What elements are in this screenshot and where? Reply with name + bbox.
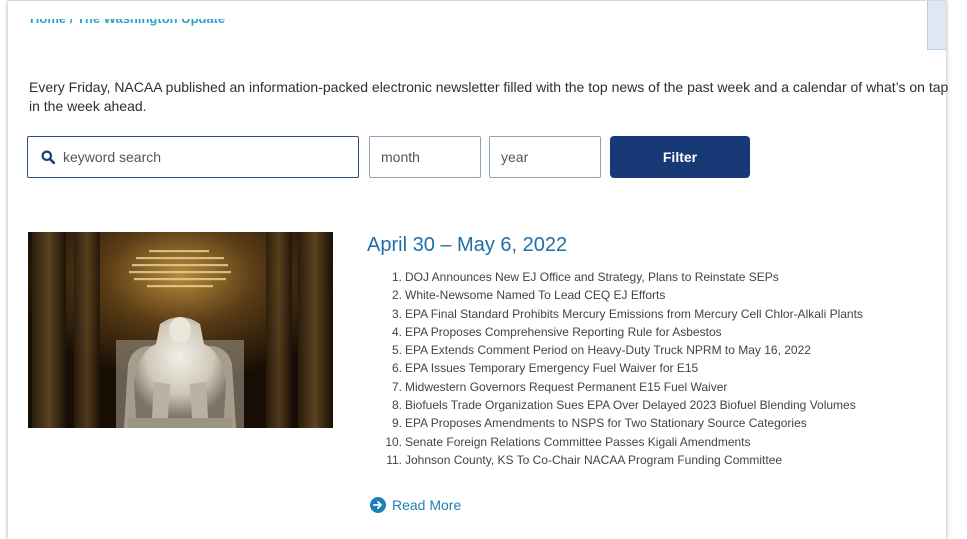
list-item: 11. Johnson County, KS To Co-Chair NACAA … bbox=[367, 451, 863, 469]
headline-text: EPA Final Standard Prohibits Mercury Emi… bbox=[405, 306, 863, 321]
list-item: 2. White-Newsome Named To Lead CEQ EJ Eff… bbox=[367, 286, 863, 304]
headline-number: 4. bbox=[391, 324, 402, 339]
headline-text: Senate Foreign Relations Committee Passe… bbox=[405, 434, 751, 449]
month-select-value: month bbox=[381, 149, 420, 165]
headline-number: 9. bbox=[391, 416, 402, 431]
headline-text: EPA Proposes Comprehensive Reporting Rul… bbox=[405, 324, 722, 339]
breadcrumb-text[interactable]: Home / The Washington Update bbox=[30, 19, 225, 31]
arrow-circle-right-icon bbox=[370, 497, 386, 513]
list-item: 6. EPA Issues Temporary Emergency Fuel Wa… bbox=[367, 359, 863, 377]
headline-text: Midwestern Governors Request Permanent E… bbox=[405, 379, 728, 394]
search-icon bbox=[41, 150, 55, 164]
intro-text: Every Friday, NACAA published an informa… bbox=[29, 79, 949, 114]
year-select[interactable]: year bbox=[489, 136, 601, 178]
headline-text: Biofuels Trade Organization Sues EPA Ove… bbox=[405, 398, 856, 413]
headline-number: 3. bbox=[391, 306, 402, 321]
search-input[interactable] bbox=[63, 149, 333, 165]
list-item: 8. Biofuels Trade Organization Sues EPA O… bbox=[367, 396, 863, 414]
headline-list: 1. DOJ Announces New EJ Office and Strate… bbox=[367, 268, 863, 469]
headline-number: 2. bbox=[391, 288, 402, 303]
list-item: 5. EPA Extends Comment Period on Heavy-Du… bbox=[367, 341, 863, 359]
filter-button[interactable]: Filter bbox=[610, 136, 750, 178]
list-item: 7. Midwestern Governors Request Permanent… bbox=[367, 378, 863, 396]
headline-text: EPA Proposes Amendments to NSPS for Two … bbox=[405, 416, 807, 431]
page-content: Home / The Washington Update Every Frida… bbox=[8, 0, 949, 539]
list-item: 9. EPA Proposes Amendments to NSPS for Tw… bbox=[367, 414, 863, 432]
headline-number: 7. bbox=[391, 379, 402, 394]
headline-text: EPA Extends Comment Period on Heavy-Duty… bbox=[405, 343, 811, 358]
month-select[interactable]: month bbox=[369, 136, 481, 178]
year-select-value: year bbox=[501, 149, 529, 165]
headline-number: 5. bbox=[391, 343, 402, 358]
headline-number: 11. bbox=[386, 452, 402, 467]
headline-text: Johnson County, KS To Co-Chair NACAA Pro… bbox=[405, 452, 783, 467]
headline-number: 8. bbox=[391, 398, 402, 413]
list-item: 10. Senate Foreign Relations Committee Pa… bbox=[367, 433, 863, 451]
side-panel-tab[interactable] bbox=[927, 1, 946, 50]
search-box[interactable] bbox=[27, 136, 359, 178]
read-more-link[interactable]: Read More bbox=[370, 497, 461, 513]
issue-title-link[interactable]: April 30 – May 6, 2022 bbox=[367, 232, 567, 258]
list-item: 4. EPA Proposes Comprehensive Reporting R… bbox=[367, 323, 863, 341]
list-item: 1. DOJ Announces New EJ Office and Strate… bbox=[367, 268, 863, 286]
headline-text: EPA Issues Temporary Emergency Fuel Waiv… bbox=[405, 361, 699, 376]
breadcrumb[interactable]: Home / The Washington Update bbox=[30, 19, 225, 33]
headline-text: White-Newsome Named To Lead CEQ EJ Effor… bbox=[405, 288, 666, 303]
read-more-label[interactable]: Read More bbox=[392, 497, 461, 513]
newsletter-thumbnail[interactable] bbox=[28, 232, 333, 428]
lincoln-memorial-photo bbox=[28, 232, 333, 428]
headline-number: 1. bbox=[391, 270, 402, 284]
headline-number: 10. bbox=[385, 434, 402, 449]
headline-number: 6. bbox=[391, 361, 402, 376]
headline-text: DOJ Announces New EJ Office and Strategy… bbox=[405, 270, 779, 284]
list-item: 3. EPA Final Standard Prohibits Mercury E… bbox=[367, 305, 863, 323]
